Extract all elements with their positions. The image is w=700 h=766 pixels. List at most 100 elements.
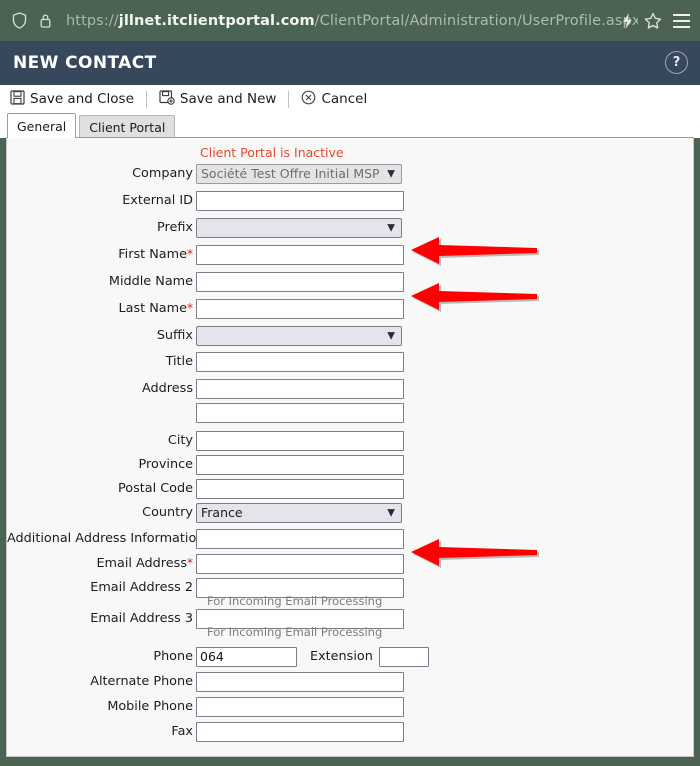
external-id-label: External ID bbox=[122, 193, 193, 208]
suffix-label: Suffix bbox=[156, 328, 193, 343]
mobile-phone-input[interactable] bbox=[196, 696, 404, 717]
required-marker: * bbox=[187, 301, 193, 315]
last-name-input[interactable] bbox=[196, 298, 404, 319]
prefix-select[interactable]: ▼ bbox=[196, 217, 402, 238]
mobile-phone-label: Mobile Phone bbox=[107, 699, 193, 714]
url-scheme: https:// bbox=[66, 12, 119, 29]
page-header: NEW CONTACT ? bbox=[0, 41, 700, 85]
field-row-fax: Fax bbox=[7, 721, 693, 742]
field-row-address-2 bbox=[7, 402, 693, 423]
address-line1-input[interactable] bbox=[196, 378, 404, 399]
company-select[interactable]: Société Test Offre Initial MSP ▼ bbox=[196, 163, 402, 184]
field-row-additional-address: Additional Address Information bbox=[7, 528, 693, 549]
hamburger-menu-icon[interactable] bbox=[666, 4, 696, 37]
browser-toolbar: https://jllnet.itclientportal.com/Client… bbox=[0, 0, 700, 41]
email3-hint: For Incoming Email Processing bbox=[207, 625, 383, 639]
save-icon bbox=[10, 89, 25, 109]
phone-label: Phone bbox=[153, 649, 193, 664]
action-toolbar: Save and Close Save and New Cancel bbox=[0, 85, 700, 113]
field-row-suffix: Suffix ▼ bbox=[7, 325, 693, 346]
required-marker: * bbox=[187, 556, 193, 570]
fax-input[interactable] bbox=[196, 721, 404, 742]
browser-actions bbox=[614, 4, 696, 37]
field-row-first-name: First Name* bbox=[7, 244, 693, 265]
external-id-input[interactable] bbox=[196, 190, 404, 211]
tab-bar: General Client Portal bbox=[0, 113, 700, 138]
middle-name-input[interactable] bbox=[196, 271, 404, 292]
country-select[interactable]: France ▼ bbox=[196, 502, 402, 523]
chevron-down-icon: ▼ bbox=[387, 330, 395, 341]
country-value: France bbox=[201, 505, 243, 520]
country-label: Country bbox=[142, 505, 193, 520]
title-input[interactable] bbox=[196, 351, 404, 372]
contact-form: Client Portal is Inactive Company Sociét… bbox=[6, 137, 694, 757]
required-marker: * bbox=[187, 247, 193, 261]
postal-code-input[interactable] bbox=[196, 478, 404, 499]
email3-label: Email Address 3 bbox=[90, 611, 193, 626]
star-icon[interactable] bbox=[640, 8, 666, 34]
postal-code-label: Postal Code bbox=[117, 481, 193, 496]
tab-general[interactable]: General bbox=[7, 113, 77, 138]
page-title: NEW CONTACT bbox=[13, 53, 157, 73]
cancel-label: Cancel bbox=[321, 91, 368, 107]
url-path: /ClientPortal/Administration/UserProfile… bbox=[314, 12, 638, 29]
title-label: Title bbox=[165, 354, 193, 369]
additional-address-input[interactable] bbox=[196, 528, 404, 549]
field-row-last-name: Last Name* bbox=[7, 298, 693, 319]
field-row-country: Country France ▼ bbox=[7, 502, 693, 523]
save-and-new-label: Save and New bbox=[179, 91, 277, 107]
address-line2-input[interactable] bbox=[196, 402, 404, 423]
chevron-down-icon: ▼ bbox=[387, 168, 395, 179]
field-row-phone: Phone Extension bbox=[7, 646, 693, 667]
chevron-down-icon: ▼ bbox=[387, 222, 395, 233]
suffix-select[interactable]: ▼ bbox=[196, 325, 402, 346]
email2-label: Email Address 2 bbox=[90, 580, 193, 595]
extension-input[interactable] bbox=[378, 646, 429, 667]
shield-icon[interactable] bbox=[6, 8, 32, 34]
field-row-city: City bbox=[7, 430, 693, 451]
save-and-close-label: Save and Close bbox=[30, 91, 134, 107]
cancel-button[interactable]: Cancel bbox=[301, 87, 367, 111]
lightning-bolt-icon[interactable] bbox=[614, 8, 640, 34]
additional-address-label: Additional Address Information bbox=[7, 531, 205, 546]
toolbar-divider bbox=[288, 90, 290, 108]
field-row-email: Email Address* bbox=[7, 553, 693, 574]
field-row-province: Province bbox=[7, 454, 693, 475]
field-row-address: Address bbox=[7, 378, 693, 399]
field-row-alternate-phone: Alternate Phone bbox=[7, 671, 693, 692]
field-row-title: Title bbox=[7, 351, 693, 372]
middle-name-label: Middle Name bbox=[108, 274, 193, 289]
address-label: Address bbox=[142, 381, 193, 396]
field-row-postal-code: Postal Code bbox=[7, 478, 693, 499]
city-input[interactable] bbox=[196, 430, 404, 451]
save-new-icon bbox=[159, 89, 175, 109]
fax-label: Fax bbox=[171, 724, 193, 739]
url-text[interactable]: https://jllnet.itclientportal.com/Client… bbox=[66, 13, 638, 29]
field-row-company: Company Société Test Offre Initial MSP ▼ bbox=[7, 163, 693, 184]
province-input[interactable] bbox=[196, 454, 404, 475]
tab-client-portal[interactable]: Client Portal bbox=[79, 115, 176, 138]
first-name-input[interactable] bbox=[196, 244, 404, 265]
field-row-middle-name: Middle Name bbox=[7, 271, 693, 292]
first-name-label: First Name* bbox=[118, 247, 193, 262]
province-label: Province bbox=[138, 457, 193, 472]
email-label: Email Address* bbox=[96, 556, 193, 571]
field-row-prefix: Prefix ▼ bbox=[7, 217, 693, 238]
alternate-phone-input[interactable] bbox=[196, 671, 404, 692]
company-value: Société Test Offre Initial MSP bbox=[201, 166, 380, 181]
cancel-icon bbox=[301, 90, 316, 109]
save-and-close-button[interactable]: Save and Close bbox=[10, 87, 134, 111]
toolbar-divider bbox=[145, 90, 147, 108]
save-and-new-button[interactable]: Save and New bbox=[159, 87, 277, 111]
extension-label: Extension bbox=[310, 649, 373, 664]
last-name-label: Last Name* bbox=[118, 301, 193, 316]
email2-hint: For Incoming Email Processing bbox=[207, 594, 383, 608]
help-icon[interactable]: ? bbox=[665, 51, 688, 74]
alternate-phone-label: Alternate Phone bbox=[90, 674, 193, 689]
phone-input[interactable] bbox=[196, 646, 297, 667]
address-bar[interactable]: https://jllnet.itclientportal.com/Client… bbox=[6, 4, 638, 37]
client-portal-status-note: Client Portal is Inactive bbox=[200, 145, 344, 160]
email-input[interactable] bbox=[196, 553, 404, 574]
window-bottom-edge bbox=[0, 758, 700, 766]
lock-icon[interactable] bbox=[32, 8, 58, 34]
